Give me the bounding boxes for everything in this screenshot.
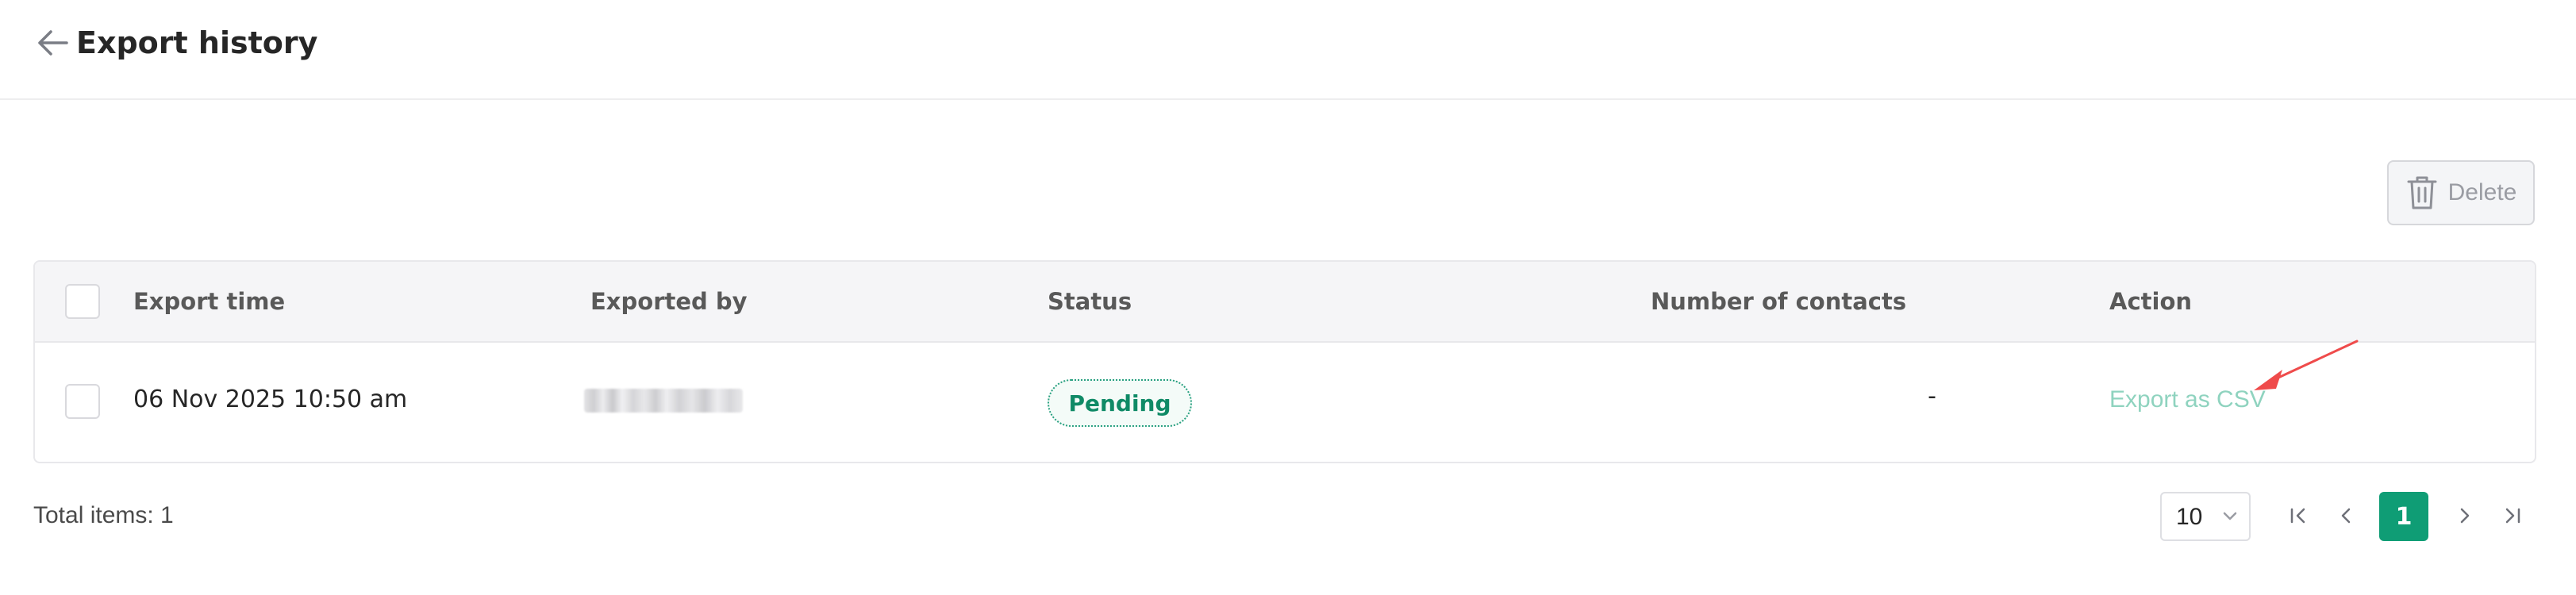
row-checkbox[interactable]: [65, 384, 100, 419]
table-row: 06 Nov 2025 10:50 am Pending - Export as…: [35, 343, 2535, 462]
trash-icon: [2407, 176, 2437, 209]
annotation-arrow-icon: [2254, 340, 2359, 390]
column-export-time: Export time: [133, 288, 286, 315]
column-exported-by: Exported by: [590, 288, 748, 315]
page-button-current[interactable]: 1: [2379, 492, 2428, 541]
exported-by-cell: [584, 389, 743, 413]
arrow-left-icon[interactable]: [35, 27, 70, 59]
page-title: Export history: [76, 25, 318, 60]
table-header: Export time Exported by Status Number of…: [35, 262, 2535, 343]
export-time-cell: 06 Nov 2025 10:50 am: [133, 386, 408, 413]
total-items: Total items: 1: [33, 502, 174, 528]
column-number-of-contacts: Number of contacts: [1651, 288, 1907, 315]
next-page-icon[interactable]: [2449, 500, 2481, 532]
last-page-icon[interactable]: [2497, 500, 2528, 532]
status-badge: Pending: [1048, 379, 1192, 427]
delete-label: Delete: [2447, 179, 2517, 205]
number-of-contacts-cell: -: [1928, 382, 1936, 410]
page-header: Export history: [0, 0, 2576, 100]
page-size-select[interactable]: 10: [2160, 492, 2251, 541]
delete-button[interactable]: Delete: [2387, 160, 2535, 225]
export-history-table: Export time Exported by Status Number of…: [33, 260, 2536, 463]
chevron-down-icon: [2223, 512, 2237, 520]
page-size-value: 10: [2176, 504, 2203, 530]
select-all-checkbox[interactable]: [65, 284, 100, 319]
column-action: Action: [2109, 288, 2193, 315]
first-page-icon[interactable]: [2282, 500, 2314, 532]
column-status: Status: [1048, 288, 1132, 315]
previous-page-icon[interactable]: [2330, 500, 2362, 532]
